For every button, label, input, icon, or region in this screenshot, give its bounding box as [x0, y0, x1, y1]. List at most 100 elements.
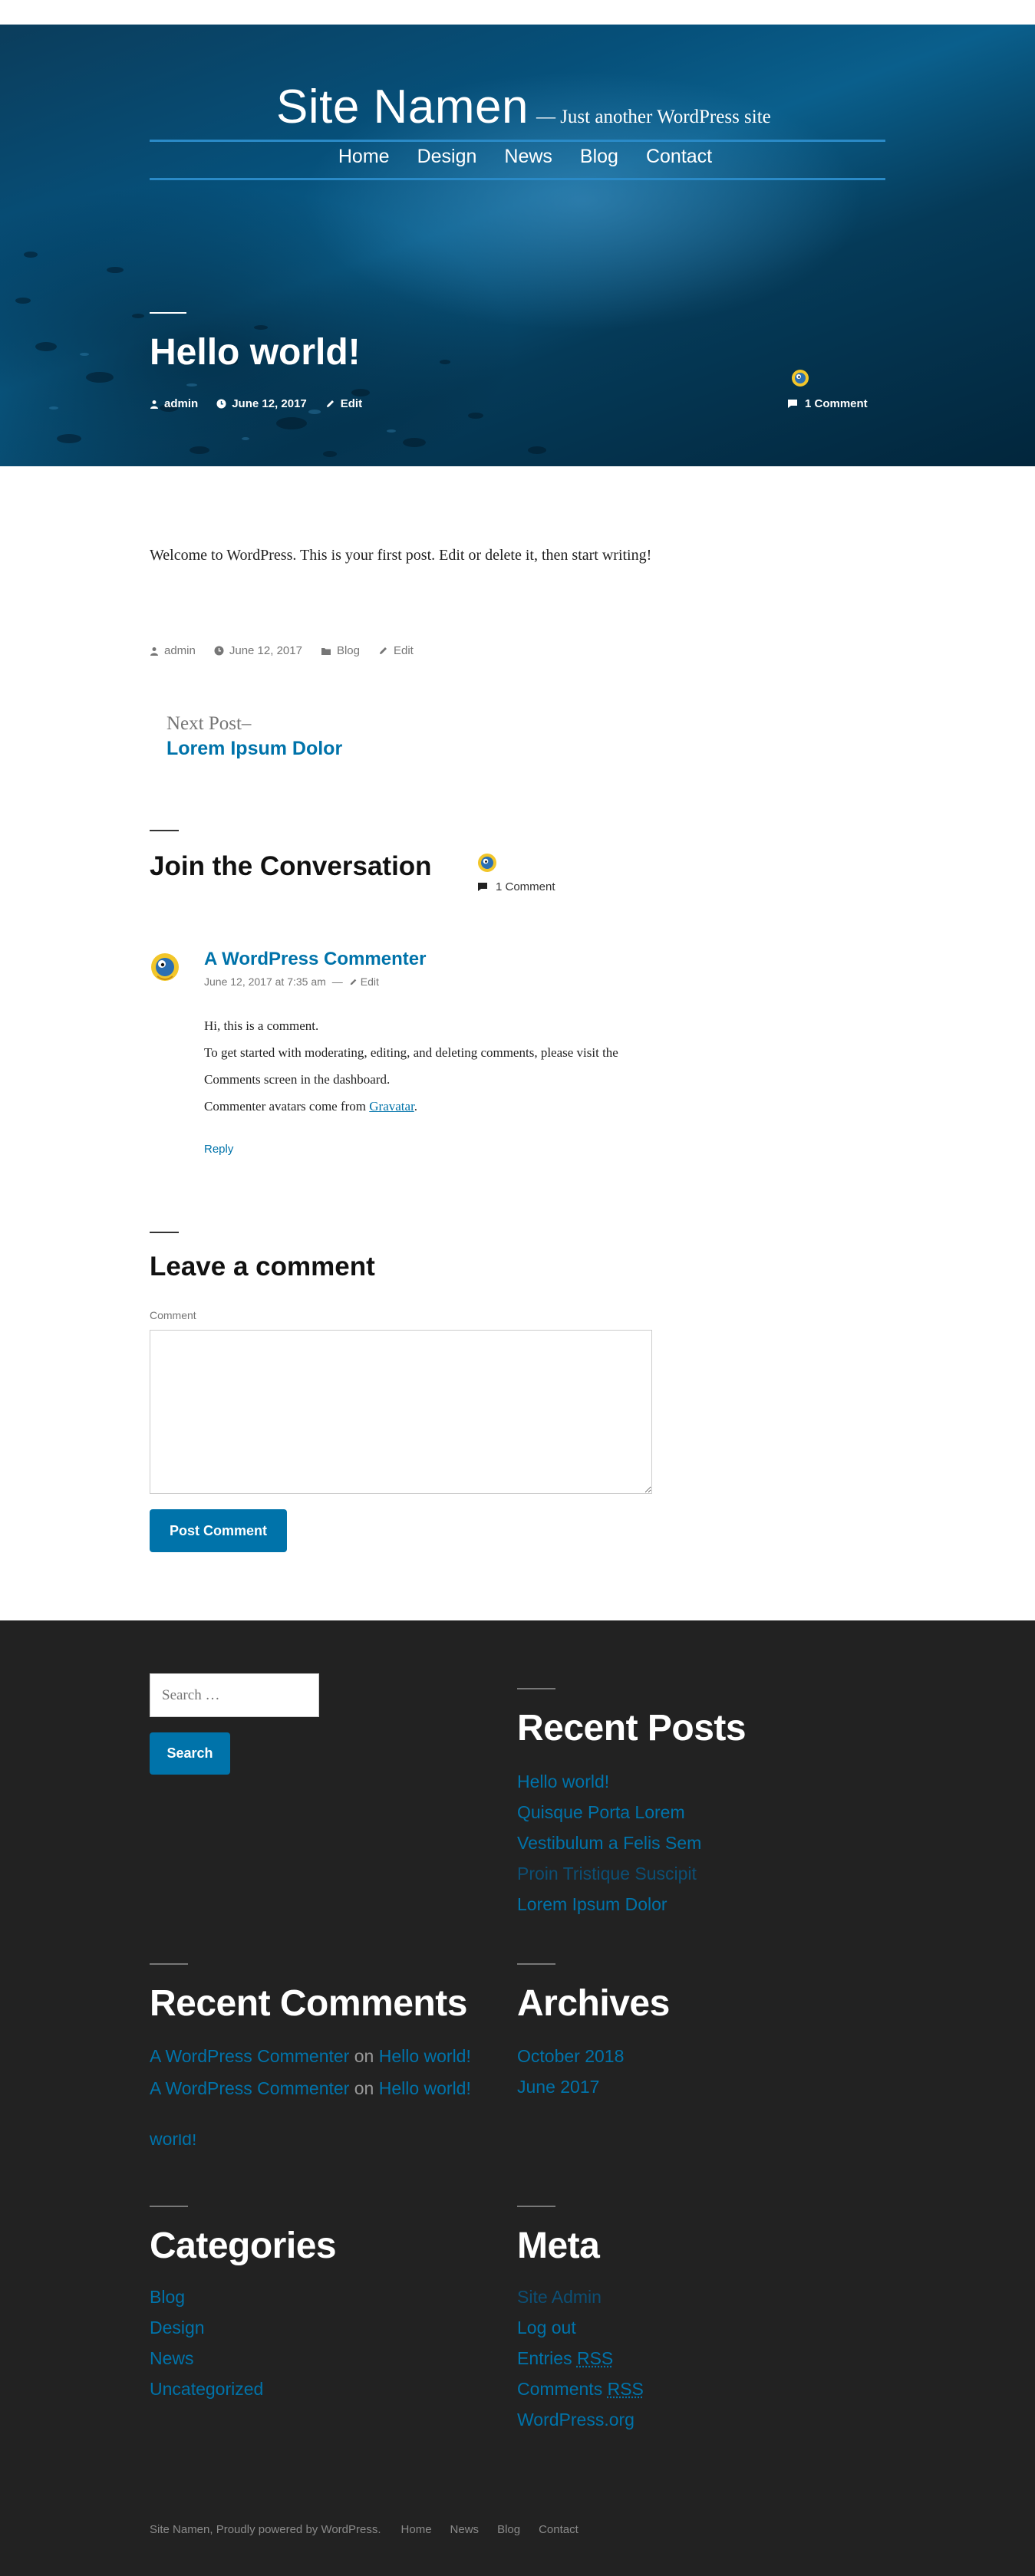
nav-item-blog[interactable]: Blog: [580, 146, 618, 168]
recent-comment-post[interactable]: Hello world!: [379, 2046, 471, 2066]
list-item: Comments RSS: [517, 2374, 644, 2404]
commenter-avatar-icon: [478, 854, 496, 872]
list-item: News: [150, 2343, 263, 2374]
footer-date-link[interactable]: June 12, 2017: [229, 644, 302, 657]
search-input[interactable]: [150, 1673, 319, 1717]
recent-posts-list: Hello world! Quisque Porta Lorem Vestibu…: [517, 1766, 701, 1920]
site-header: Site Namen — Just another WordPress site…: [0, 25, 1035, 466]
comment-line: Hi, this is a comment.: [204, 1018, 319, 1033]
categories-list: Blog Design News Uncategorized: [150, 2282, 263, 2404]
nav-divider-bottom: [150, 178, 885, 180]
comment-avatar-icon: [151, 953, 179, 981]
post-footer-meta: admin June 12, 2017 Blog Edit: [150, 644, 414, 657]
recent-post-link[interactable]: Quisque Porta Lorem: [517, 1802, 685, 1822]
comments-rss-link[interactable]: Comments RSS: [517, 2379, 644, 2399]
comment-author-link[interactable]: A WordPress Commenter: [204, 949, 426, 970]
list-item: October 2018: [517, 2041, 624, 2071]
nav-item-contact[interactable]: Contact: [646, 146, 712, 168]
site-info: Site Namen, Proudly powered by WordPress…: [150, 2523, 578, 2536]
meta-rule: [517, 2206, 555, 2207]
comment-date-link[interactable]: June 12, 2017 at 7:35 am: [204, 975, 326, 988]
footer-edit-link[interactable]: Edit: [394, 644, 414, 657]
post-date-link[interactable]: June 12, 2017: [232, 397, 307, 410]
recent-post-link[interactable]: Proin Tristique Suscipit: [517, 1864, 697, 1883]
post-edit: Edit: [325, 397, 362, 410]
site-branding: Site Namen — Just another WordPress site: [276, 80, 771, 134]
nav-item-news[interactable]: News: [504, 146, 552, 168]
footer-author-link[interactable]: admin: [164, 644, 196, 657]
comment-line: Commenter avatars come from Gravatar.: [204, 1093, 664, 1120]
post-header-meta: admin June 12, 2017 Edit: [150, 397, 362, 410]
list-item: Quisque Porta Lorem: [517, 1797, 701, 1828]
post-comment-button[interactable]: Post Comment: [150, 1509, 287, 1552]
clock-icon: [214, 646, 224, 656]
archives-heading: Archives: [517, 1983, 670, 2024]
recent-post-link[interactable]: Vestibulum a Felis Sem: [517, 1833, 701, 1853]
post-edit-link[interactable]: Edit: [341, 397, 362, 410]
category-link[interactable]: Blog: [150, 2287, 185, 2307]
next-post-link[interactable]: Lorem Ipsum Dolor: [166, 738, 342, 760]
comment-meta-separator: —: [331, 975, 343, 988]
archives-rule: [517, 1963, 555, 1965]
comments-rule: [150, 830, 179, 831]
post-author: admin: [150, 397, 198, 410]
site-credit-link[interactable]: Site Namen, Proudly powered by WordPress…: [150, 2523, 381, 2536]
footer-nav-home[interactable]: Home: [401, 2523, 432, 2536]
list-item: June 2017: [517, 2071, 624, 2102]
list-item: Proin Tristique Suscipit: [517, 1858, 701, 1889]
footer-nav-blog[interactable]: Blog: [497, 2523, 520, 2536]
meta-heading: Meta: [517, 2226, 600, 2266]
hero-comments-link[interactable]: 1 Comment: [787, 397, 868, 410]
category-link[interactable]: News: [150, 2348, 194, 2368]
recent-comment-author[interactable]: A WordPress Commenter: [150, 2078, 349, 2098]
top-strip: [0, 0, 1035, 25]
archive-link[interactable]: October 2018: [517, 2046, 624, 2066]
search-button[interactable]: Search: [150, 1732, 230, 1775]
overflow-text: world!: [150, 2134, 197, 2147]
comment-bubble-icon: [788, 400, 797, 408]
comments-heading: Join the Conversation: [150, 851, 432, 881]
person-icon: [150, 646, 158, 656]
archive-link[interactable]: June 2017: [517, 2077, 599, 2097]
wordpress-org-link[interactable]: WordPress.org: [517, 2410, 635, 2430]
main-navigation: Home Design News Blog Contact: [0, 146, 1035, 168]
comment-edit-link[interactable]: Edit: [361, 975, 379, 988]
comment-textarea[interactable]: [150, 1330, 652, 1494]
recent-post-link[interactable]: Lorem Ipsum Dolor: [517, 1894, 667, 1914]
nav-item-home[interactable]: Home: [338, 146, 390, 168]
recent-comment-post[interactable]: Hello world!: [379, 2078, 471, 2098]
nav-divider-top: [150, 140, 885, 142]
post-author-link[interactable]: admin: [164, 397, 198, 410]
pencil-icon: [350, 979, 357, 985]
recent-comment-author[interactable]: A WordPress Commenter: [150, 2046, 349, 2066]
pencil-icon: [326, 400, 334, 407]
list-item: Hello world!: [517, 1766, 701, 1797]
recent-posts-rule: [517, 1688, 555, 1689]
list-item: Lorem Ipsum Dolor: [517, 1889, 701, 1920]
comments-count: 1 Comment: [477, 880, 555, 893]
category-link[interactable]: Design: [150, 2318, 205, 2337]
categories-rule: [150, 2206, 188, 2207]
category-link[interactable]: Uncategorized: [150, 2379, 263, 2399]
entries-rss-link[interactable]: Entries RSS: [517, 2348, 613, 2368]
folder-icon: [321, 647, 331, 655]
recent-comments-rule: [150, 1963, 188, 1965]
site-title[interactable]: Site Namen: [276, 80, 529, 134]
log-out-link[interactable]: Log out: [517, 2318, 576, 2337]
recent-posts-heading: Recent Posts: [517, 1708, 747, 1749]
list-item: Log out: [517, 2312, 644, 2343]
footer-nav-contact[interactable]: Contact: [539, 2523, 578, 2536]
footer-nav-news[interactable]: News: [450, 2523, 480, 2536]
reply-link[interactable]: Reply: [204, 1143, 233, 1156]
list-item: A WordPress Commenter on Hello world!: [150, 2078, 480, 2099]
recent-post-link[interactable]: Hello world!: [517, 1772, 609, 1791]
rss-abbr: RSS: [607, 2379, 644, 2399]
site-description: — Just another WordPress site: [536, 107, 771, 127]
footer-category-link[interactable]: Blog: [337, 644, 360, 657]
site-admin-link[interactable]: Site Admin: [517, 2287, 602, 2307]
hero-comments-count: 1 Comment: [805, 397, 868, 410]
list-item: Design: [150, 2312, 263, 2343]
list-item: Blog: [150, 2282, 263, 2312]
nav-item-design[interactable]: Design: [417, 146, 477, 168]
gravatar-link[interactable]: Gravatar: [369, 1099, 414, 1114]
